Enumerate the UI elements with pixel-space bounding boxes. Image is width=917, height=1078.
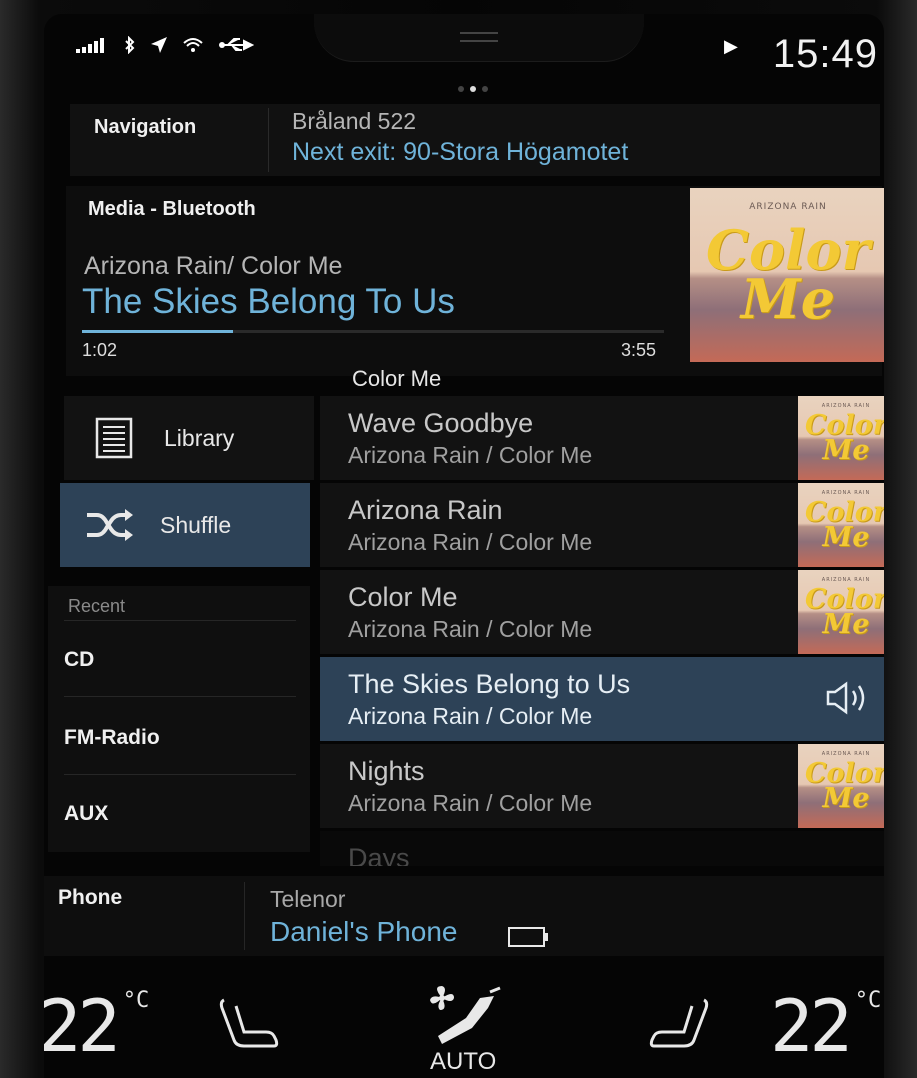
now-playing-title: The Skies Belong To Us	[82, 282, 455, 321]
cover-band-name: ARIZONA RAIN	[821, 576, 871, 583]
library-button[interactable]: Library	[64, 396, 314, 480]
recent-item-fm-radio[interactable]: FM-Radio	[64, 726, 296, 750]
divider	[64, 774, 296, 775]
passenger-seat-heat-icon[interactable]	[648, 996, 712, 1054]
track-duration: 3:55	[621, 340, 657, 360]
battery-icon	[508, 927, 548, 947]
album-title: Color Me	[352, 366, 442, 391]
list-item[interactable]: Days	[320, 831, 884, 866]
speaker-icon	[826, 681, 872, 720]
track-title: Nights	[348, 756, 425, 786]
list-item-now-playing[interactable]: The Skies Belong to Us Arizona Rain / Co…	[320, 657, 884, 741]
recent-sources: Recent CD FM-Radio AUX	[48, 586, 310, 852]
connected-device: Daniel's Phone	[270, 916, 458, 947]
media-tile[interactable]: Media - Bluetooth Arizona Rain/ Color Me…	[66, 186, 884, 376]
usb-icon	[219, 38, 254, 51]
recent-item-cd[interactable]: CD	[64, 648, 296, 672]
status-bar: ▶ 15:49	[44, 14, 884, 94]
clock: 15:49	[772, 32, 878, 76]
library-label: Library	[164, 424, 235, 451]
now-playing-artist: Arizona Rain/ Color Me	[84, 252, 343, 280]
cover-title: Color Me	[805, 584, 884, 640]
progress-fill	[82, 330, 234, 333]
temp-unit: °C	[122, 988, 150, 1013]
navigation-label: Navigation	[94, 116, 197, 138]
track-title: Wave Goodbye	[348, 408, 534, 438]
cover-title: Color Me	[805, 497, 884, 553]
track-title: Days	[348, 843, 410, 866]
cover-title: Color Me	[690, 223, 884, 326]
page-dot	[458, 86, 464, 92]
elapsed-time: 1:02	[82, 340, 118, 360]
temp-unit: °C	[854, 988, 882, 1013]
cover-band-name: ARIZONA RAIN	[821, 750, 871, 757]
cover-title: Color Me	[805, 758, 884, 814]
fan-airflow-icon[interactable]	[428, 984, 508, 1054]
auto-climate-label[interactable]: AUTO	[430, 1048, 496, 1076]
wifi-icon	[183, 38, 203, 52]
current-street: Bråland 522	[292, 108, 417, 134]
status-icons	[76, 36, 254, 54]
bluetooth-icon	[125, 36, 135, 54]
shuffle-label: Shuffle	[160, 511, 232, 538]
cover-title-line2: Me	[740, 266, 836, 331]
track-cover: ARIZONA RAIN Color Me	[798, 396, 884, 480]
divider	[64, 620, 296, 621]
media-source-label: Media - Bluetooth	[88, 198, 256, 220]
list-item[interactable]: Arizona Rain Arizona Rain / Color Me ARI…	[320, 483, 884, 567]
library-icon	[64, 417, 164, 459]
shuffle-icon	[60, 509, 160, 541]
location-icon	[151, 37, 167, 53]
passenger-temperature[interactable]: 22 °C	[770, 984, 881, 1068]
divider	[268, 108, 269, 172]
list-item[interactable]: Wave Goodbye Arizona Rain / Color Me ARI…	[320, 396, 884, 480]
track-subtitle: Arizona Rain / Color Me	[348, 790, 593, 816]
page-dot	[482, 86, 488, 92]
track-subtitle: Arizona Rain / Color Me	[348, 529, 593, 555]
divider	[244, 882, 245, 950]
track-cover: ARIZONA RAIN Color Me	[798, 570, 884, 654]
phone-label: Phone	[58, 886, 123, 909]
cover-band-name: ARIZONA RAIN	[821, 402, 871, 409]
shuffle-button[interactable]: Shuffle	[60, 483, 310, 567]
center-display: ▶ 15:49 Navigation Bråland 522 Next exit…	[44, 14, 884, 1078]
page-indicator	[458, 86, 488, 92]
notch	[314, 14, 644, 62]
carrier-name: Telenor	[270, 886, 346, 912]
list-item[interactable]: Color Me Arizona Rain / Color Me ARIZONA…	[320, 570, 884, 654]
track-title: Color Me	[348, 582, 458, 612]
next-exit: Next exit: 90-Stora Högamotet	[292, 138, 629, 166]
navigation-tile[interactable]: Navigation Bråland 522 Next exit: 90-Sto…	[70, 104, 880, 176]
page-dot-active	[470, 86, 476, 92]
progress-bar[interactable]	[82, 330, 664, 333]
play-icon: ▶	[724, 36, 738, 56]
track-subtitle: Arizona Rain / Color Me	[348, 442, 593, 468]
track-subtitle: Arizona Rain / Color Me	[348, 703, 593, 729]
climate-bar: 22 °C AUTO 22 °C	[44, 966, 884, 1078]
track-cover: ARIZONA RAIN Color Me	[798, 483, 884, 567]
cover-title: Color Me	[805, 410, 884, 466]
recent-item-aux[interactable]: AUX	[64, 802, 296, 826]
cover-band-name: ARIZONA RAIN	[749, 201, 827, 212]
cover-band-name: ARIZONA RAIN	[821, 489, 871, 496]
track-title: The Skies Belong to Us	[348, 669, 631, 699]
driver-temperature[interactable]: 22 °C	[44, 984, 149, 1068]
phone-tile[interactable]: Phone Telenor Daniel's Phone	[44, 876, 884, 956]
track-cover: ARIZONA RAIN Color Me	[798, 744, 884, 828]
divider	[64, 696, 296, 697]
track-subtitle: Arizona Rain / Color Me	[348, 616, 593, 642]
passenger-temp-value: 22	[770, 984, 853, 1068]
list-item[interactable]: Nights Arizona Rain / Color Me ARIZONA R…	[320, 744, 884, 828]
driver-seat-heat-icon[interactable]	[216, 996, 280, 1054]
album-cover[interactable]: ARIZONA RAIN Color Me	[690, 188, 884, 362]
signal-icon	[76, 38, 104, 53]
track-title: Arizona Rain	[348, 495, 503, 525]
recent-header: Recent	[68, 596, 126, 616]
driver-temp-value: 22	[44, 984, 121, 1068]
track-list[interactable]: Wave Goodbye Arizona Rain / Color Me ARI…	[320, 396, 884, 866]
pull-down-handle[interactable]	[460, 32, 498, 42]
